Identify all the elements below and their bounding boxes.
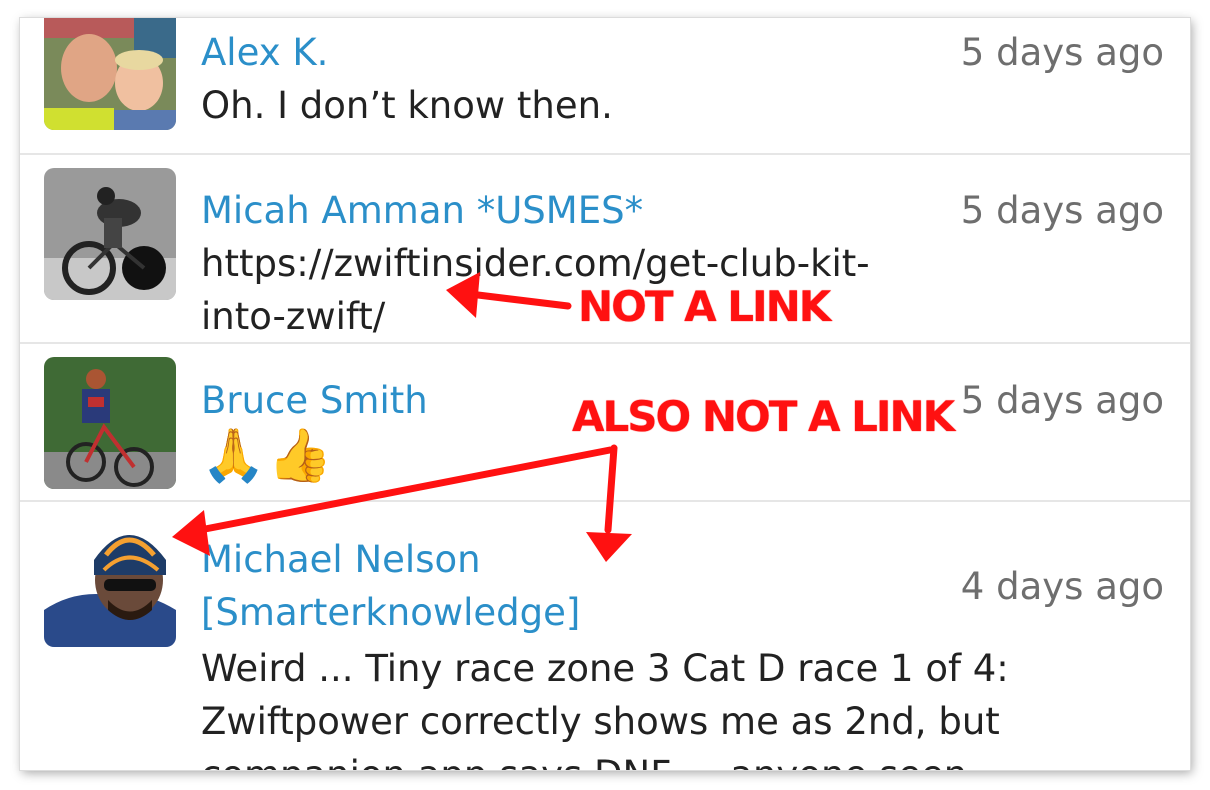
- sender-name[interactable]: Micah Amman *USMES*: [201, 184, 643, 237]
- sender-name[interactable]: Bruce Smith: [201, 374, 428, 427]
- timestamp: 5 days ago: [960, 189, 1164, 232]
- avatar[interactable]: [44, 168, 176, 300]
- avatar[interactable]: [44, 357, 176, 489]
- list-item: Michael Nelson [Smarterknowledge] 4 days…: [20, 500, 1190, 770]
- avatar[interactable]: [44, 18, 176, 130]
- list-item: Alex K. 5 days ago Oh. I don’t know then…: [20, 18, 1190, 155]
- timestamp: 4 days ago: [960, 565, 1164, 608]
- avatar[interactable]: [44, 515, 176, 647]
- sender-name[interactable]: Alex K.: [201, 26, 328, 79]
- message-line: Weird ... Tiny race zone 3 Cat D race 1 …: [201, 647, 1009, 690]
- sender-name[interactable]: Michael Nelson [Smarterknowledge]: [201, 533, 580, 639]
- message-text: Weird ... Tiny race zone 3 Cat D race 1 …: [201, 642, 1161, 770]
- sender-name-line: [Smarterknowledge]: [201, 591, 581, 634]
- annotation-also-not-a-link: ALSO NOT A LINK: [572, 392, 955, 441]
- message-line: companion app says DNF ... anyone seen: [201, 748, 1161, 770]
- timestamp: 5 days ago: [960, 379, 1164, 422]
- annotation-not-a-link: NOT A LINK: [578, 282, 831, 331]
- timestamp: 5 days ago: [960, 31, 1164, 74]
- message-text: Oh. I don’t know then.: [201, 84, 613, 127]
- sender-name-line: Michael Nelson: [201, 538, 481, 581]
- message-line: Zwiftpower correctly shows me as 2nd, bu…: [201, 700, 1000, 743]
